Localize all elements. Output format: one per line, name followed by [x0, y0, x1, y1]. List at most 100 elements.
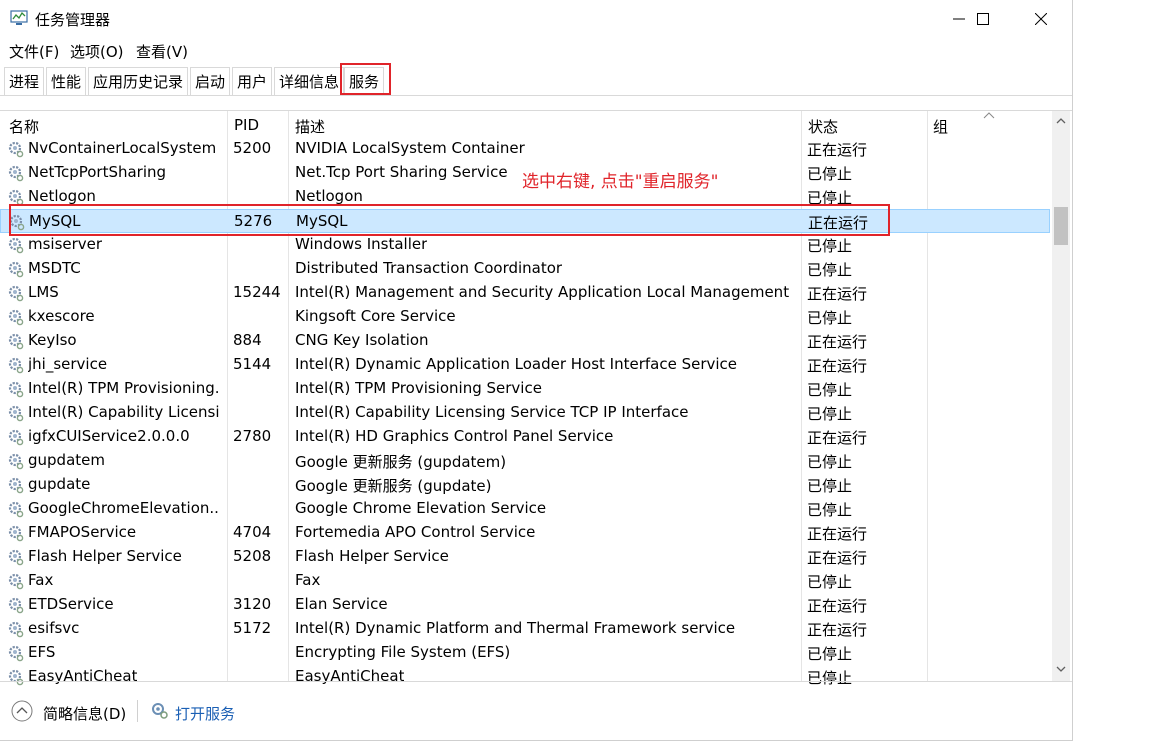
- column-divider: [227, 111, 228, 137]
- service-name: Intel(R) TPM Provisioning...: [28, 379, 220, 397]
- service-gear-icon: [6, 140, 24, 158]
- table-row[interactable]: NvContainerLocalSystem 5200 NVIDIA LocalSy…: [0, 137, 1050, 161]
- service-name: Flash Helper Service: [28, 547, 182, 565]
- service-name: FMAPOService: [28, 523, 137, 541]
- service-name: gupdate: [28, 475, 91, 493]
- service-gear-icon: [6, 260, 24, 278]
- service-name: msiserver: [28, 235, 103, 253]
- service-status: 已停止: [807, 165, 853, 183]
- service-status: 已停止: [807, 573, 853, 591]
- service-pid: 3120: [233, 595, 272, 613]
- scroll-up-icon[interactable]: [1056, 117, 1066, 125]
- tab-users[interactable]: 用户: [232, 67, 273, 95]
- table-row[interactable]: Flash Helper Service 5208 Flash Helper Ser…: [0, 545, 1050, 569]
- fewer-details-button[interactable]: 简略信息(D): [43, 703, 126, 724]
- service-pid: 5172: [233, 619, 272, 637]
- service-name: Fax: [28, 571, 54, 589]
- tab-bar: 进程 性能 应用历史记录 启动 用户 详细信息 服务: [0, 63, 1072, 96]
- menu-view[interactable]: 查看(V): [136, 41, 188, 62]
- service-status: 已停止: [807, 645, 853, 663]
- table-row[interactable]: FMAPOService 4704 Fortemedia APO Control S…: [0, 521, 1050, 545]
- menu-file[interactable]: 文件(F): [9, 41, 59, 62]
- service-description: Elan Service: [295, 595, 388, 613]
- service-description: Intel(R) Management and Security Applica…: [295, 283, 795, 301]
- service-gear-icon: [6, 308, 24, 326]
- scroll-down-icon[interactable]: [1056, 665, 1066, 673]
- service-description: CNG Key Isolation: [295, 331, 429, 349]
- table-row[interactable]: gupdatem Google 更新服务 (gupdatem) 已停止: [0, 449, 1050, 473]
- table-row[interactable]: EFS Encrypting File System (EFS) 已停止: [0, 641, 1050, 665]
- footer-divider: [137, 700, 138, 722]
- service-description: Encrypting File System (EFS): [295, 643, 511, 661]
- service-status: 已停止: [807, 237, 853, 255]
- service-gear-icon: [6, 596, 24, 614]
- service-name: igfxCUIService2.0.0.0: [28, 427, 190, 445]
- table-row[interactable]: KeyIso 884 CNG Key Isolation 正在运行: [0, 329, 1050, 353]
- table-row[interactable]: gupdate Google 更新服务 (gupdate) 已停止: [0, 473, 1050, 497]
- service-name: esifsvc: [28, 619, 80, 637]
- service-description: Windows Installer: [295, 235, 428, 253]
- tab-details[interactable]: 详细信息: [274, 67, 345, 95]
- column-status[interactable]: 状态: [808, 116, 838, 137]
- table-row[interactable]: MSDTC Distributed Transaction Coordinator…: [0, 257, 1050, 281]
- table-row[interactable]: Intel(R) TPM Provisioning... Intel(R) TPM…: [0, 377, 1050, 401]
- footer-bar: 简略信息(D) 打开服务: [0, 681, 1072, 742]
- tab-startup[interactable]: 启动: [190, 67, 231, 95]
- column-name[interactable]: 名称: [9, 116, 39, 137]
- service-description: Fax: [295, 571, 321, 589]
- task-manager-window: 任务管理器 文件(F) 选项(O) 查看(V) 进程 性能 应用历史记录 启动 …: [0, 0, 1073, 741]
- service-gear-icon: [6, 404, 24, 422]
- service-name: GoogleChromeElevation...: [28, 499, 220, 517]
- table-row[interactable]: jhi_service 5144 Intel(R) Dynamic Applicat…: [0, 353, 1050, 377]
- service-pid: 5144: [233, 355, 272, 373]
- table-row[interactable]: Intel(R) Capability Licensi... Intel(R) C…: [0, 401, 1050, 425]
- task-manager-icon: [10, 10, 28, 25]
- service-name: NetTcpPortSharing: [28, 163, 167, 181]
- service-gear-icon: [6, 524, 24, 542]
- table-row[interactable]: msiserver Windows Installer 已停止: [0, 233, 1050, 257]
- service-description: Fortemedia APO Control Service: [295, 523, 536, 541]
- tab-app-history[interactable]: 应用历史记录: [88, 67, 189, 95]
- service-gear-icon: [6, 572, 24, 590]
- service-description: Intel(R) Dynamic Platform and Thermal Fr…: [295, 619, 736, 637]
- menu-options[interactable]: 选项(O): [70, 41, 124, 62]
- service-gear-icon: [6, 500, 24, 518]
- vertical-scrollbar[interactable]: [1052, 111, 1070, 681]
- column-pid[interactable]: PID: [234, 116, 259, 134]
- table-row[interactable]: GoogleChromeElevation... Google Chrome El…: [0, 497, 1050, 521]
- table-row[interactable]: esifsvc 5172 Intel(R) Dynamic Platform and…: [0, 617, 1050, 641]
- table-row[interactable]: Fax Fax 已停止: [0, 569, 1050, 593]
- service-gear-icon: [6, 620, 24, 638]
- service-description: Intel(R) Dynamic Application Loader Host…: [295, 355, 738, 373]
- tab-performance[interactable]: 性能: [46, 67, 87, 95]
- close-button[interactable]: [1018, 0, 1064, 38]
- tab-processes[interactable]: 进程: [4, 67, 45, 95]
- service-name: jhi_service: [28, 355, 108, 373]
- table-row[interactable]: ETDService 3120 Elan Service 正在运行: [0, 593, 1050, 617]
- column-description[interactable]: 描述: [295, 116, 325, 137]
- service-gear-icon: [6, 476, 24, 494]
- services-table: 名称 PID 描述 状态 组 NvContainerLocalSystem 520…: [0, 110, 1072, 687]
- open-services-link[interactable]: 打开服务: [175, 703, 235, 724]
- service-gear-icon: [6, 548, 24, 566]
- service-name: LMS: [28, 283, 59, 301]
- service-name: ETDService: [28, 595, 114, 613]
- table-row[interactable]: igfxCUIService2.0.0.0 2780 Intel(R) HD Gra…: [0, 425, 1050, 449]
- service-status: 正在运行: [807, 621, 868, 639]
- service-name: Intel(R) Capability Licensi...: [28, 403, 220, 421]
- service-gear-icon: [6, 284, 24, 302]
- service-name: kxescore: [28, 307, 95, 325]
- table-row[interactable]: kxescore Kingsoft Core Service 已停止: [0, 305, 1050, 329]
- service-name: KeyIso: [28, 331, 77, 349]
- annotation-highlight-row: [9, 204, 890, 236]
- table-row[interactable]: LMS 15244 Intel(R) Management and Security…: [0, 281, 1050, 305]
- sort-ascending-icon: [983, 112, 995, 119]
- service-pid: 5208: [233, 547, 272, 565]
- scrollbar-thumb[interactable]: [1054, 207, 1068, 245]
- collapse-details-icon[interactable]: [11, 700, 33, 722]
- column-group[interactable]: 组: [933, 116, 948, 137]
- annotation-highlight-tab: [340, 63, 391, 95]
- service-description: Intel(R) HD Graphics Control Panel Servi…: [295, 427, 614, 445]
- maximize-button[interactable]: [960, 0, 1006, 38]
- service-description: Intel(R) Capability Licensing Service TC…: [295, 403, 689, 421]
